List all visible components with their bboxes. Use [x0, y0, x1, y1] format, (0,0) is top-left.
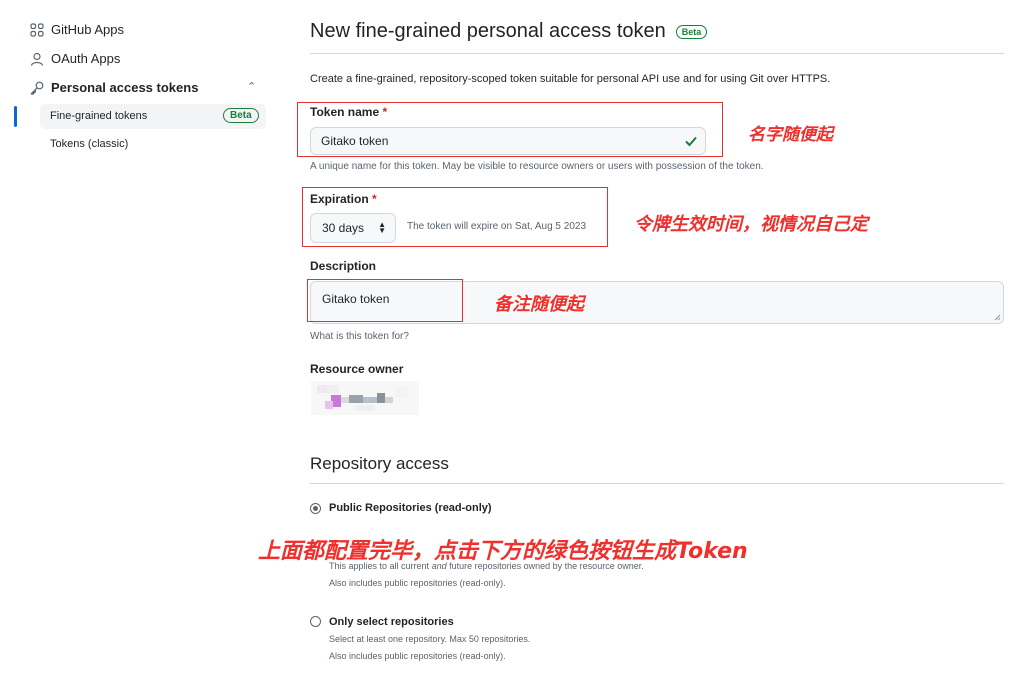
only-select-repositories-label: Only select repositories: [329, 616, 454, 628]
intro-text: Create a fine-grained, repository-scoped…: [310, 73, 831, 85]
key-icon: [30, 81, 44, 95]
divider: [310, 53, 1004, 54]
resource-owner-label: Resource owner: [310, 362, 404, 376]
divider: [310, 483, 1004, 484]
sidebar-item-label: GitHub Apps: [51, 22, 124, 37]
person-icon: [30, 52, 44, 66]
public-repositories-label: Public Repositories (read-only): [329, 502, 492, 514]
annotation-text-generate: 上面都配置完毕，点击下方的绿色按钮生成Token: [258, 539, 748, 564]
sidebar-item-fine-grained-tokens[interactable]: Fine-grained tokens: [50, 110, 147, 122]
page-title-text: New fine-grained personal access token: [310, 20, 666, 42]
sidebar-item-github-apps[interactable]: GitHub Apps: [30, 22, 124, 37]
public-repositories-radio[interactable]: [310, 503, 321, 514]
description-label: Description: [310, 259, 377, 273]
token-name-note: A unique name for this token. May be vis…: [310, 161, 764, 172]
annotation-text-name: 名字随便起: [748, 125, 833, 145]
sidebar-item-label: Tokens (classic): [50, 138, 129, 150]
public-repositories-desc-2: Also includes public repositories (read-…: [329, 578, 506, 588]
annotation-box-token-name: [297, 102, 723, 157]
annotation-box-description: [307, 279, 463, 322]
beta-badge: Beta: [675, 24, 708, 39]
sidebar-item-tokens-classic[interactable]: Tokens (classic): [50, 138, 128, 150]
annotation-text-description: 备注随便起: [494, 294, 584, 315]
sidebar-item-personal-access-tokens[interactable]: Personal access tokens: [30, 80, 198, 95]
sidebar-item-oauth-apps[interactable]: OAuth Apps: [30, 51, 120, 66]
sidebar-item-label: Personal access tokens: [51, 80, 199, 95]
only-select-desc-2: Also includes public repositories (read-…: [329, 651, 506, 661]
apps-grid-icon: [30, 22, 44, 37]
sidebar-item-label: OAuth Apps: [51, 51, 121, 66]
sidebar-item-label: Fine-grained tokens: [50, 110, 148, 122]
repository-access-title: Repository access: [310, 454, 449, 473]
resource-owner-select[interactable]: [311, 381, 419, 415]
description-note: What is this token for?: [310, 331, 409, 342]
only-select-repositories-radio[interactable]: [310, 616, 321, 627]
page-title: New fine-grained personal access token B…: [310, 20, 708, 43]
annotation-box-expiration: [302, 187, 608, 247]
annotation-text-expiration: 令牌生效时间，视情况自己定: [634, 214, 868, 235]
only-select-desc: Select at least one repository. Max 50 r…: [329, 634, 531, 644]
beta-badge: Beta: [223, 108, 259, 123]
resize-grip-icon[interactable]: [994, 314, 1001, 321]
chevron-up-icon[interactable]: ⌃: [247, 80, 256, 93]
sidebar-selection-indicator: [14, 106, 17, 127]
